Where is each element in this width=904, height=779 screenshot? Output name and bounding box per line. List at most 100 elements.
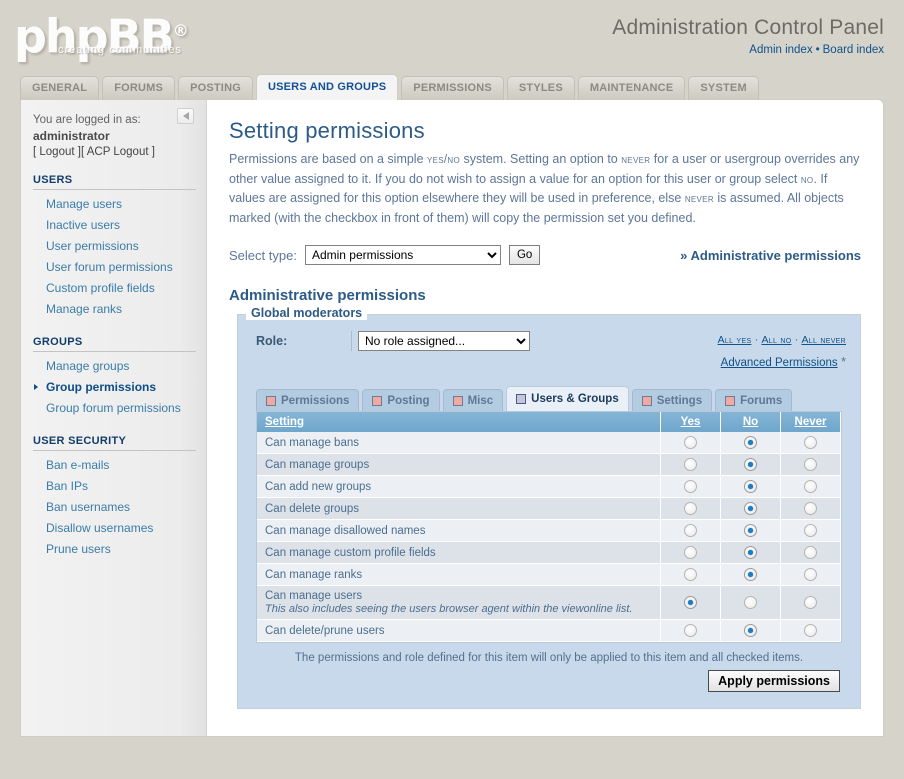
checkbox-icon[interactable] <box>725 395 736 406</box>
checkbox-icon[interactable] <box>516 394 527 404</box>
permission-tab-bar: Permissions Posting Misc Users & Groups … <box>256 386 848 411</box>
radio-yes[interactable] <box>684 624 697 637</box>
radio-never[interactable] <box>804 624 817 637</box>
logged-in-label: You are logged in as: <box>33 114 141 126</box>
perm-tab-users-and-groups[interactable]: Users & Groups <box>506 386 629 411</box>
tab-forums[interactable]: FORUMS <box>102 76 176 100</box>
tab-posting[interactable]: POSTING <box>178 76 253 100</box>
radio-yes[interactable] <box>684 502 697 515</box>
acp-logout-link[interactable]: [ ACP Logout ] <box>81 146 155 158</box>
cell-yes <box>660 432 721 454</box>
type-select[interactable]: Admin permissions <box>304 245 501 265</box>
radio-yes[interactable] <box>684 568 697 581</box>
radio-never[interactable] <box>804 524 817 537</box>
radio-never[interactable] <box>804 546 817 559</box>
radio-never[interactable] <box>804 458 817 471</box>
radio-yes[interactable] <box>684 524 697 537</box>
col-yes-label[interactable]: Yes <box>681 416 701 428</box>
sidebar-item-disallow-usernames[interactable]: Disallow usernames <box>33 518 196 539</box>
radio-never[interactable] <box>804 436 817 449</box>
sidebar-item-user-permissions[interactable]: User permissions <box>33 236 196 257</box>
checkbox-icon[interactable] <box>641 395 652 406</box>
radio-yes[interactable] <box>684 436 697 449</box>
radio-yes[interactable] <box>684 596 697 609</box>
sidebar-item-manage-ranks[interactable]: Manage ranks <box>33 299 196 320</box>
col-setting-label: Setting <box>265 416 304 428</box>
sidebar-item-ban-usernames[interactable]: Ban usernames <box>33 497 196 518</box>
admin-index-link[interactable]: Admin index <box>749 44 812 56</box>
list-item: Manage groups <box>33 356 196 377</box>
select-type-row: Select type: Admin permissions Go » Admi… <box>229 245 863 265</box>
sidebar-item-custom-profile-fields[interactable]: Custom profile fields <box>33 278 196 299</box>
sidebar-item-group-forum-permissions[interactable]: Group forum permissions <box>33 398 196 419</box>
board-index-link[interactable]: Board index <box>823 44 884 56</box>
all-yes-link[interactable]: All yes <box>718 334 752 346</box>
list-item: Ban IPs <box>33 476 196 497</box>
radio-never[interactable] <box>804 480 817 493</box>
role-select-wrap: No role assigned... <box>352 331 530 351</box>
perm-tab-permissions[interactable]: Permissions <box>256 389 360 411</box>
tab-maintenance[interactable]: MAINTENANCE <box>577 76 686 100</box>
radio-yes[interactable] <box>684 458 697 471</box>
checkbox-icon[interactable] <box>266 395 276 406</box>
intro-paragraph: Permissions are based on a simple yes/no… <box>229 150 863 227</box>
checkbox-icon[interactable] <box>452 395 463 406</box>
role-select[interactable]: No role assigned... <box>358 331 530 351</box>
radio-yes[interactable] <box>684 480 697 493</box>
col-yes[interactable]: Yes <box>660 412 721 432</box>
advanced-permissions-link[interactable]: Advanced Permissions <box>721 357 838 369</box>
advanced-permissions-row: Advanced Permissions * <box>718 354 846 372</box>
col-never-label[interactable]: Never <box>795 416 827 428</box>
perm-tab-label: Settings <box>656 394 703 407</box>
radio-yes[interactable] <box>684 546 697 559</box>
sidebar-item-manage-users[interactable]: Manage users <box>33 194 196 215</box>
sidebar-heading-user-security: USER SECURITY <box>33 435 196 451</box>
tab-permissions[interactable]: PERMISSIONS <box>401 76 504 100</box>
tab-general[interactable]: GENERAL <box>20 76 100 100</box>
sidebar-item-prune-users[interactable]: Prune users <box>33 539 196 560</box>
sidebar-item-group-permissions[interactable]: Group permissions <box>33 377 196 398</box>
role-label: Role: <box>256 331 352 351</box>
col-no[interactable]: No <box>720 412 781 432</box>
tab-users-and-groups[interactable]: USERS AND GROUPS <box>255 74 399 100</box>
radio-no[interactable] <box>744 596 757 609</box>
logout-link[interactable]: [ Logout ] <box>33 146 81 158</box>
sidebar-heading-groups: GROUPS <box>33 336 196 352</box>
col-never[interactable]: Never <box>780 412 841 432</box>
go-button[interactable]: Go <box>508 245 541 265</box>
sidebar-item-ban-ips[interactable]: Ban IPs <box>33 476 196 497</box>
checkbox-icon[interactable] <box>372 395 383 406</box>
all-no-link[interactable]: All no <box>761 334 791 346</box>
radio-no[interactable] <box>744 480 757 493</box>
sidebar-item-manage-groups[interactable]: Manage groups <box>33 356 196 377</box>
all-never-link[interactable]: All never <box>801 334 846 346</box>
radio-no[interactable] <box>744 436 757 449</box>
radio-no[interactable] <box>744 546 757 559</box>
radio-never[interactable] <box>804 596 817 609</box>
cell-yes <box>660 541 721 564</box>
sidebar-item-ban-emails[interactable]: Ban e-mails <box>33 455 196 476</box>
tab-styles[interactable]: STYLES <box>506 76 575 100</box>
radio-no[interactable] <box>744 624 757 637</box>
sidebar-collapse-button[interactable] <box>177 108 194 124</box>
apply-permissions-button[interactable]: Apply permissions <box>708 670 840 692</box>
perm-tab-posting[interactable]: Posting <box>362 389 440 411</box>
perm-tab-settings[interactable]: Settings <box>631 389 713 411</box>
radio-no[interactable] <box>744 568 757 581</box>
perm-tab-forums[interactable]: Forums <box>715 389 793 411</box>
breadcrumb: » Administrative permissions <box>680 247 861 263</box>
radio-never[interactable] <box>804 502 817 515</box>
sidebar-item-user-forum-permissions[interactable]: User forum permissions <box>33 257 196 278</box>
tab-system[interactable]: SYSTEM <box>688 76 759 100</box>
col-no-label[interactable]: No <box>743 416 758 428</box>
radio-no[interactable] <box>744 458 757 471</box>
perm-tab-misc[interactable]: Misc <box>442 389 504 411</box>
cell-yes <box>660 619 721 642</box>
radio-never[interactable] <box>804 568 817 581</box>
list-item: Disallow usernames <box>33 518 196 539</box>
radio-no[interactable] <box>744 502 757 515</box>
registered-trademark-icon: ® <box>172 21 189 40</box>
sidebar-item-inactive-users[interactable]: Inactive users <box>33 215 196 236</box>
table-header-row: Setting Yes No Never <box>257 412 841 432</box>
radio-no[interactable] <box>744 524 757 537</box>
